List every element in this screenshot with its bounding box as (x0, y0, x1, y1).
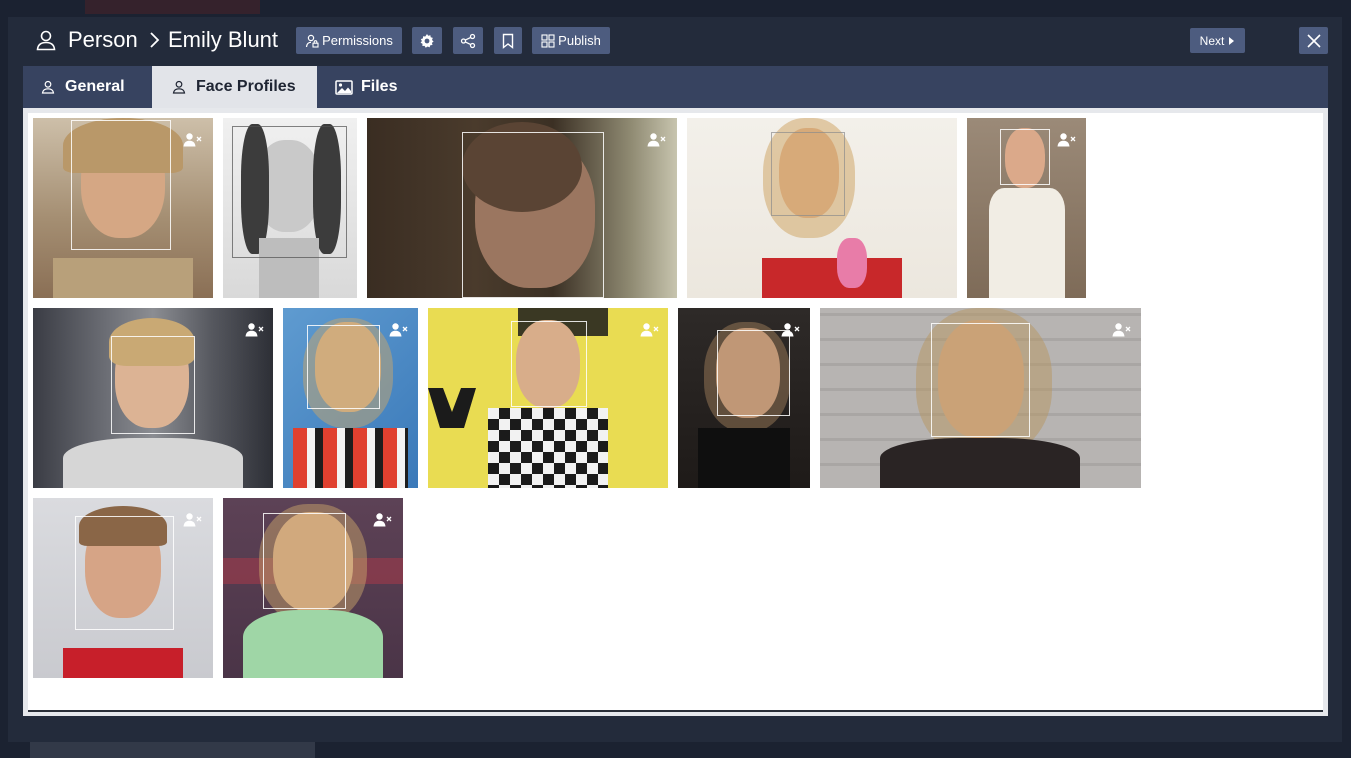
remove-person-icon[interactable] (1112, 322, 1132, 338)
tab-face-profiles-label: Face Profiles (196, 78, 296, 95)
face-bounding-box (1000, 129, 1050, 185)
face-profile-thumbnail[interactable] (367, 118, 677, 298)
divider (28, 710, 1323, 712)
face-profile-thumbnail[interactable] (678, 308, 810, 488)
face-bounding-box (931, 323, 1030, 437)
person-modal: Person Emily Blunt Permissions Publish N… (8, 17, 1342, 742)
remove-person-icon[interactable] (640, 322, 660, 338)
permissions-label: Permissions (322, 33, 393, 48)
backdrop-blur-strip (30, 740, 315, 758)
tab-face-profiles[interactable]: Face Profiles (152, 66, 317, 108)
caret-right-icon (1229, 36, 1235, 45)
face-profile-thumbnail[interactable] (428, 308, 668, 488)
close-icon (1306, 33, 1321, 48)
face-bounding-box (771, 132, 845, 216)
face-profile-thumbnail[interactable] (283, 308, 418, 488)
remove-person-icon[interactable] (245, 322, 265, 338)
next-label: Next (1199, 33, 1225, 48)
person-icon (36, 30, 56, 51)
bookmark-icon (502, 33, 514, 49)
face-profile-thumbnail[interactable] (223, 118, 357, 298)
remove-person-icon[interactable] (389, 322, 409, 338)
gear-icon (420, 33, 434, 48)
grid-icon (541, 33, 555, 48)
page-title: Emily Blunt (168, 27, 279, 52)
breadcrumb-person-link[interactable]: Person (68, 27, 138, 53)
face-bounding-box (307, 325, 380, 409)
face-profile-thumbnail[interactable] (687, 118, 957, 298)
person-icon (172, 80, 186, 94)
modal-header: Person Emily Blunt Permissions Publish N… (8, 17, 1342, 65)
face-profile-thumbnail[interactable] (820, 308, 1141, 488)
person-icon (41, 80, 55, 94)
face-bounding-box (71, 120, 171, 250)
remove-person-icon[interactable] (647, 132, 667, 148)
remove-person-icon[interactable] (373, 512, 393, 528)
face-profile-thumbnail[interactable] (223, 498, 403, 678)
permissions-button[interactable]: Permissions (296, 27, 402, 54)
settings-button[interactable] (412, 27, 442, 54)
face-profile-thumbnail[interactable] (33, 498, 213, 678)
next-button[interactable]: Next (1190, 28, 1245, 53)
remove-person-icon[interactable] (183, 512, 203, 528)
backdrop-blur-strip (85, 0, 260, 14)
tab-bar: General Face Profiles Files (23, 66, 1328, 108)
image-icon (335, 79, 353, 95)
tab-general-label: General (65, 78, 125, 95)
remove-person-icon[interactable] (183, 132, 203, 148)
publish-button[interactable]: Publish (532, 27, 610, 54)
face-profiles-panel (23, 108, 1328, 716)
tab-files[interactable]: Files (317, 66, 427, 108)
face-bounding-box (75, 516, 174, 630)
user-lock-icon (305, 34, 319, 48)
tab-general[interactable]: General (23, 66, 152, 108)
face-bounding-box (111, 336, 195, 434)
face-bounding-box (511, 321, 587, 407)
share-button[interactable] (453, 27, 483, 54)
bookmark-button[interactable] (494, 27, 522, 54)
face-profiles-grid (28, 113, 1323, 711)
face-profile-thumbnail[interactable] (33, 118, 213, 298)
close-button[interactable] (1299, 27, 1328, 54)
remove-person-icon[interactable] (1057, 132, 1077, 148)
face-bounding-box (232, 126, 347, 258)
face-bounding-box (263, 513, 346, 609)
face-profile-thumbnail[interactable] (967, 118, 1086, 298)
face-bounding-box (462, 132, 604, 298)
tab-files-label: Files (361, 78, 398, 95)
face-bounding-box (717, 330, 790, 416)
publish-label: Publish (558, 33, 601, 48)
share-icon (460, 33, 476, 48)
remove-person-icon[interactable] (781, 322, 801, 338)
chevron-right-icon (150, 32, 160, 48)
face-profile-thumbnail[interactable] (33, 308, 273, 488)
